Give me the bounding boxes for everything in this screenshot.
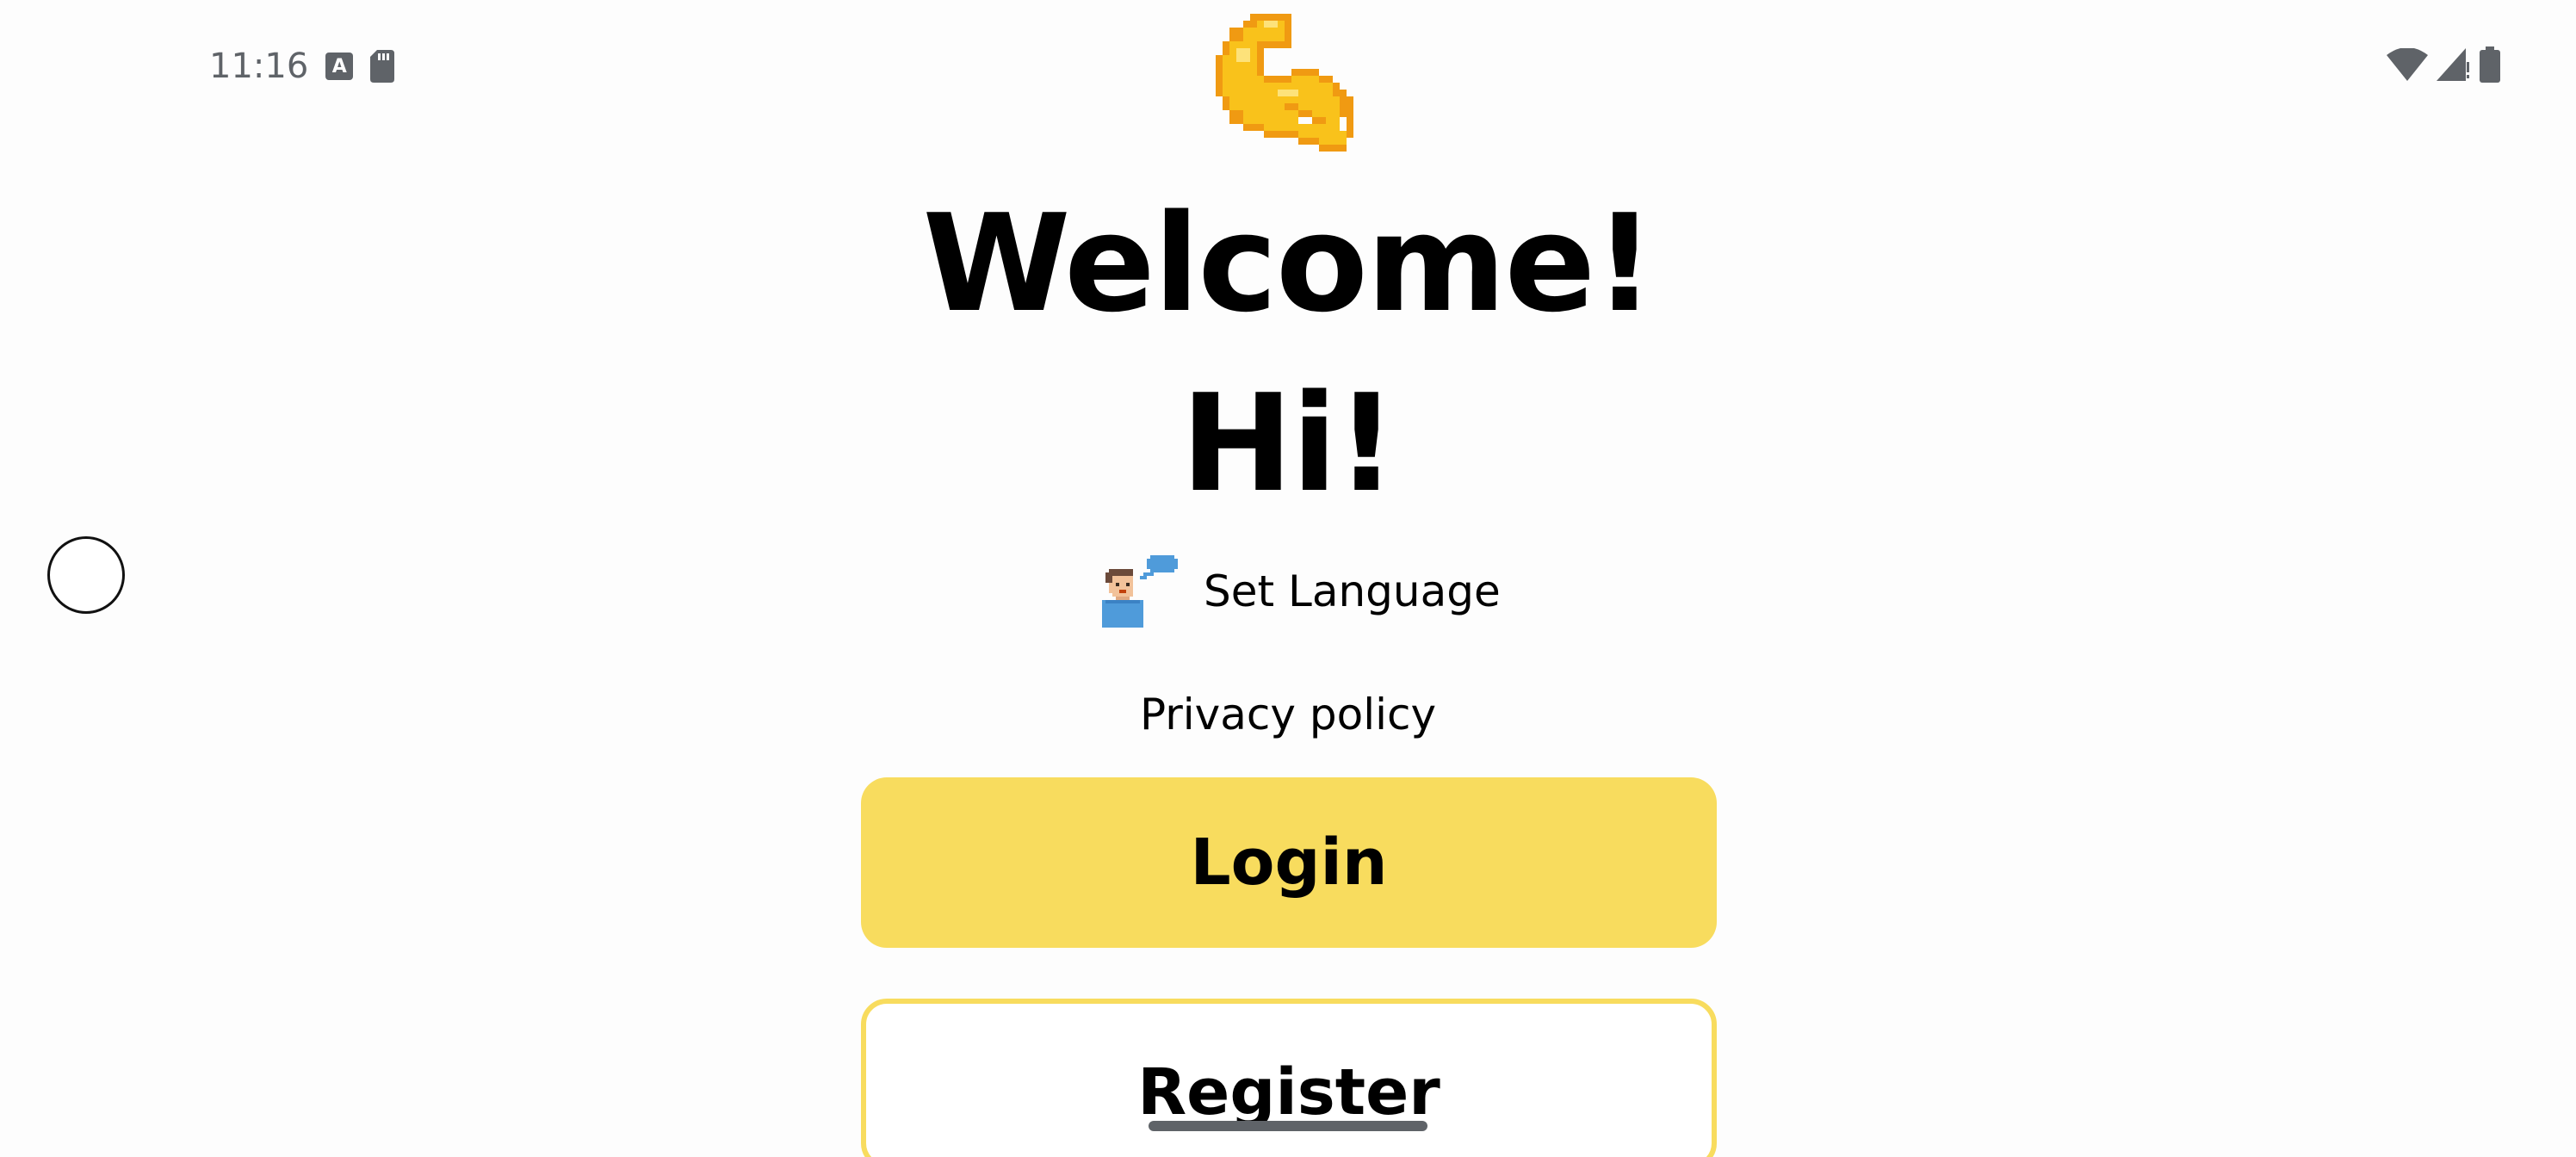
set-language-label: Set Language [1204, 566, 1501, 616]
status-bar-left: 11:16 A [209, 45, 395, 88]
wifi-icon [2387, 46, 2428, 85]
keyboard-icon: A [325, 53, 354, 80]
app-screen: 11:16 A Welcome! Hi! Set Language Privac… [0, 0, 2576, 1157]
speaking-person-icon [1099, 555, 1181, 628]
status-bar-right [2387, 45, 2500, 88]
login-button[interactable]: Login [861, 777, 1717, 948]
status-time: 11:16 [209, 46, 309, 86]
privacy-policy-link[interactable]: Privacy policy [0, 684, 2576, 745]
register-button[interactable]: Register [861, 999, 1717, 1157]
battery-icon [2480, 46, 2500, 87]
cell-signal-icon [2437, 47, 2471, 85]
flexed-biceps-icon [1216, 13, 1360, 159]
sd-card-icon [370, 50, 395, 83]
set-language-button[interactable]: Set Language [1099, 555, 1501, 628]
welcome-title: Welcome! [922, 185, 1656, 342]
floating-assist-button[interactable] [47, 536, 125, 614]
greeting-subtitle: Hi! [1180, 365, 1396, 522]
gesture-navigation-handle[interactable] [1149, 1121, 1427, 1131]
